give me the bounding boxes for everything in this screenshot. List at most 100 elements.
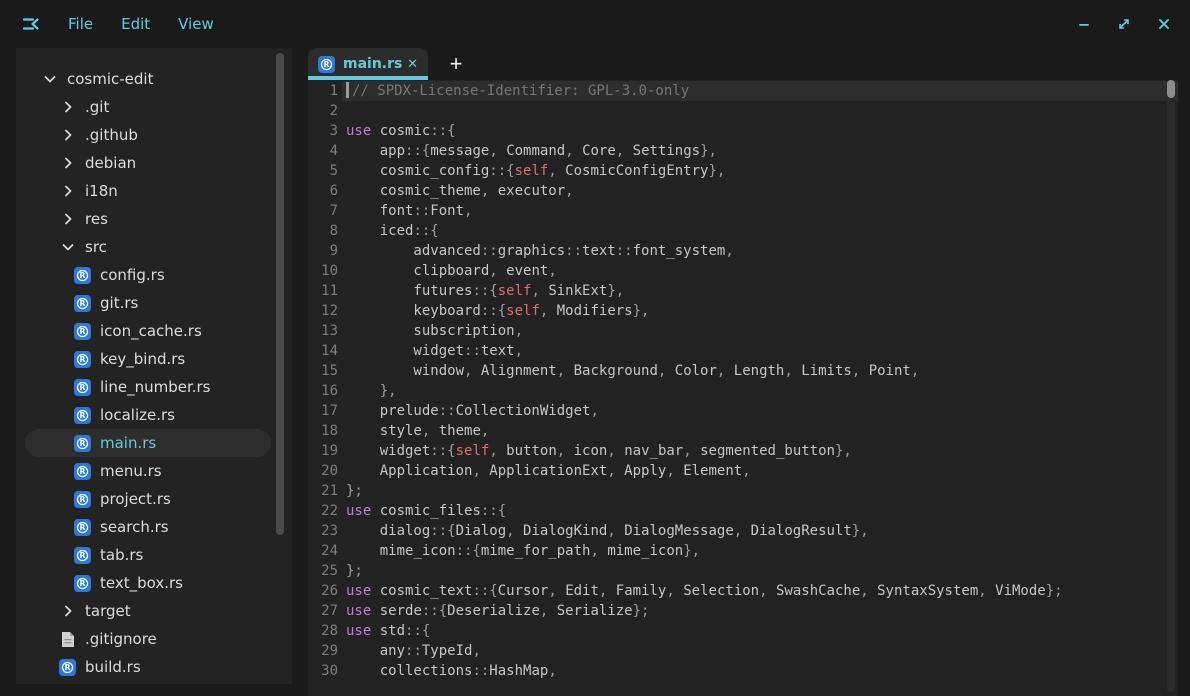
code-line-20[interactable]: 20 Application, ApplicationExt, Apply, E… xyxy=(308,461,1178,481)
maximize-button[interactable] xyxy=(1110,10,1138,38)
code-text[interactable]: Application, ApplicationExt, Apply, Elem… xyxy=(342,461,1178,481)
code-text[interactable]: prelude::CollectionWidget, xyxy=(342,401,1178,421)
code-line-14[interactable]: 14 widget::text, xyxy=(308,341,1178,361)
chevron-down-icon[interactable] xyxy=(59,239,76,256)
tree-item-icon-cache-rs[interactable]: Ricon_cache.rs xyxy=(25,317,271,345)
menu-edit[interactable]: Edit xyxy=(121,15,150,33)
tree-item-git[interactable]: .git xyxy=(25,93,271,121)
tree-item-build-rs[interactable]: Rbuild.rs xyxy=(25,653,271,681)
code-line-15[interactable]: 15 window, Alignment, Background, Color,… xyxy=(308,361,1178,381)
code-text[interactable]: use cosmic::{ xyxy=(342,121,1178,141)
code-text[interactable]: use cosmic_text::{Cursor, Edit, Family, … xyxy=(342,581,1178,601)
tree-item-localize-rs[interactable]: Rlocalize.rs xyxy=(25,401,271,429)
tree-item-debian[interactable]: debian xyxy=(25,149,271,177)
code-text[interactable]: widget::{self, button, icon, nav_bar, se… xyxy=(342,441,1178,461)
chevron-right-icon[interactable] xyxy=(59,211,76,228)
tree-item-res[interactable]: res xyxy=(25,205,271,233)
new-tab-button[interactable]: + xyxy=(444,51,468,77)
code-line-5[interactable]: 5 cosmic_config::{self, CosmicConfigEntr… xyxy=(308,161,1178,181)
code-line-27[interactable]: 27use serde::{Deserialize, Serialize}; xyxy=(308,601,1178,621)
code-line-19[interactable]: 19 widget::{self, button, icon, nav_bar,… xyxy=(308,441,1178,461)
code-line-24[interactable]: 24 mime_icon::{mime_for_path, mime_icon}… xyxy=(308,541,1178,561)
code-text[interactable]: app::{message, Command, Core, Settings}, xyxy=(342,141,1178,161)
toggle-sidebar-button[interactable] xyxy=(18,11,44,37)
code-text[interactable]: use serde::{Deserialize, Serialize}; xyxy=(342,601,1178,621)
code-line-21[interactable]: 21}; xyxy=(308,481,1178,501)
code-text[interactable]: iced::{ xyxy=(342,221,1178,241)
tab-main-rs[interactable]: R main.rs ✕ xyxy=(308,48,428,80)
tree-item-target[interactable]: target xyxy=(25,597,271,625)
editor-scrollbar[interactable] xyxy=(1167,80,1175,692)
code-line-8[interactable]: 8 iced::{ xyxy=(308,221,1178,241)
code-line-10[interactable]: 10 clipboard, event, xyxy=(308,261,1178,281)
tree-item-menu-rs[interactable]: Rmenu.rs xyxy=(25,457,271,485)
code-line-9[interactable]: 9 advanced::graphics::text::font_system, xyxy=(308,241,1178,261)
code-line-2[interactable]: 2 xyxy=(308,101,1178,121)
chevron-right-icon[interactable] xyxy=(59,603,76,620)
code-line-7[interactable]: 7 font::Font, xyxy=(308,201,1178,221)
chevron-right-icon[interactable] xyxy=(59,99,76,116)
code-line-3[interactable]: 3use cosmic::{ xyxy=(308,121,1178,141)
tree-item-project-rs[interactable]: Rproject.rs xyxy=(25,485,271,513)
tree-item-i18n[interactable]: i18n xyxy=(25,177,271,205)
code-text[interactable]: widget::text, xyxy=(342,341,1178,361)
tree-item-github[interactable]: .github xyxy=(25,121,271,149)
minimize-button[interactable] xyxy=(1070,10,1098,38)
close-button[interactable] xyxy=(1150,10,1178,38)
code-text[interactable]: any::TypeId, xyxy=(342,641,1178,661)
code-line-25[interactable]: 25}; xyxy=(308,561,1178,581)
code-line-28[interactable]: 28use std::{ xyxy=(308,621,1178,641)
tree-item-cosmic-edit[interactable]: cosmic-edit xyxy=(25,65,271,93)
tree-item-src[interactable]: src xyxy=(25,233,271,261)
code-text[interactable]: use std::{ xyxy=(342,621,1178,641)
code-line-18[interactable]: 18 style, theme, xyxy=(308,421,1178,441)
chevron-right-icon[interactable] xyxy=(59,155,76,172)
code-text[interactable]: // SPDX-License-Identifier: GPL-3.0-only xyxy=(342,81,1178,101)
code-line-16[interactable]: 16 }, xyxy=(308,381,1178,401)
tree-item-config-rs[interactable]: Rconfig.rs xyxy=(25,261,271,289)
tree-item-line-number-rs[interactable]: Rline_number.rs xyxy=(25,373,271,401)
code-line-17[interactable]: 17 prelude::CollectionWidget, xyxy=(308,401,1178,421)
code-text[interactable]: }, xyxy=(342,381,1178,401)
code-line-30[interactable]: 30 collections::HashMap, xyxy=(308,661,1178,681)
code-text[interactable]: cosmic_theme, executor, xyxy=(342,181,1178,201)
menu-file[interactable]: File xyxy=(68,15,93,33)
code-line-11[interactable]: 11 futures::{self, SinkExt}, xyxy=(308,281,1178,301)
code-text[interactable]: keyboard::{self, Modifiers}, xyxy=(342,301,1178,321)
editor-scrollbar-thumb[interactable] xyxy=(1167,80,1175,98)
code-editor[interactable]: 1// SPDX-License-Identifier: GPL-3.0-onl… xyxy=(308,80,1178,696)
tree-item-search-rs[interactable]: Rsearch.rs xyxy=(25,513,271,541)
close-tab-icon[interactable]: ✕ xyxy=(407,57,418,72)
chevron-down-icon[interactable] xyxy=(41,71,58,88)
code-text[interactable]: subscription, xyxy=(342,321,1178,341)
tree-item-text-box-rs[interactable]: Rtext_box.rs xyxy=(25,569,271,597)
code-line-26[interactable]: 26use cosmic_text::{Cursor, Edit, Family… xyxy=(308,581,1178,601)
tree-item-gitignore[interactable]: .gitignore xyxy=(25,625,271,653)
code-text[interactable]: style, theme, xyxy=(342,421,1178,441)
code-text[interactable]: advanced::graphics::text::font_system, xyxy=(342,241,1178,261)
tree-item-main-rs[interactable]: Rmain.rs xyxy=(25,429,271,457)
code-line-29[interactable]: 29 any::TypeId, xyxy=(308,641,1178,661)
chevron-right-icon[interactable] xyxy=(59,183,76,200)
code-text[interactable]: }; xyxy=(342,481,1178,501)
code-text[interactable]: collections::HashMap, xyxy=(342,661,1178,681)
code-line-1[interactable]: 1// SPDX-License-Identifier: GPL-3.0-onl… xyxy=(308,81,1178,101)
code-text[interactable]: clipboard, event, xyxy=(342,261,1178,281)
menu-view[interactable]: View xyxy=(178,15,214,33)
code-line-12[interactable]: 12 keyboard::{self, Modifiers}, xyxy=(308,301,1178,321)
code-text[interactable]: font::Font, xyxy=(342,201,1178,221)
tree-item-tab-rs[interactable]: Rtab.rs xyxy=(25,541,271,569)
code-line-23[interactable]: 23 dialog::{Dialog, DialogKind, DialogMe… xyxy=(308,521,1178,541)
code-line-22[interactable]: 22use cosmic_files::{ xyxy=(308,501,1178,521)
code-line-4[interactable]: 4 app::{message, Command, Core, Settings… xyxy=(308,141,1178,161)
code-line-6[interactable]: 6 cosmic_theme, executor, xyxy=(308,181,1178,201)
code-text[interactable]: }; xyxy=(342,561,1178,581)
sidebar-scrollbar[interactable] xyxy=(276,53,284,535)
code-text[interactable]: cosmic_config::{self, CosmicConfigEntry}… xyxy=(342,161,1178,181)
code-text[interactable] xyxy=(342,101,1178,121)
code-text[interactable]: window, Alignment, Background, Color, Le… xyxy=(342,361,1178,381)
tree-item-key-bind-rs[interactable]: Rkey_bind.rs xyxy=(25,345,271,373)
tree-item-git-rs[interactable]: Rgit.rs xyxy=(25,289,271,317)
chevron-right-icon[interactable] xyxy=(59,127,76,144)
code-text[interactable]: mime_icon::{mime_for_path, mime_icon}, xyxy=(342,541,1178,561)
